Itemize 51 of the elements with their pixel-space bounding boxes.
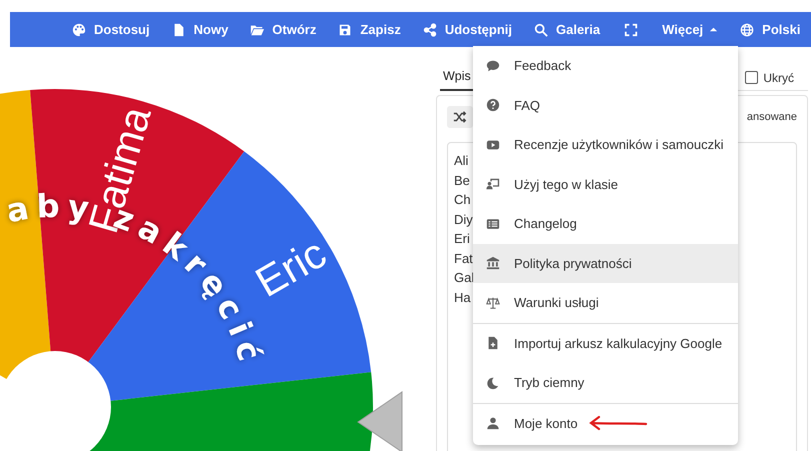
help-icon [486, 98, 500, 112]
folder-icon [250, 22, 264, 36]
entry-text: Ali [454, 152, 468, 170]
menu-item[interactable]: Warunki usługi [473, 283, 738, 324]
file-plus-icon [486, 336, 500, 350]
globe-icon [740, 22, 754, 36]
menu-item[interactable]: Polityka prywatności [473, 244, 738, 283]
entry-text: Ch [454, 191, 471, 209]
shuffle-button[interactable] [447, 106, 473, 128]
menu-item[interactable]: Changelog [473, 204, 738, 244]
menu-item[interactable]: FAQ [473, 86, 738, 125]
share-icon [422, 22, 437, 36]
entry-text: Be [454, 172, 470, 190]
shuffle-icon [453, 110, 467, 124]
video-icon [486, 138, 500, 152]
checkbox[interactable] [745, 71, 758, 84]
entry-text: Fat [454, 250, 473, 268]
caret-icon [709, 25, 718, 34]
toolbar-button[interactable]: Udostępnij [412, 14, 522, 44]
checkbox-label: Ukryć [763, 70, 794, 84]
palette-icon [72, 22, 86, 36]
entry-text: Diy [454, 210, 473, 229]
menu-item[interactable]: Importuj arkusz kalkulacyjny Google [473, 324, 738, 363]
bank-icon [486, 256, 500, 270]
entry-text: Ha [454, 288, 471, 306]
advanced-label[interactable]: ansowane [746, 111, 797, 123]
person-icon [486, 416, 500, 430]
fullscreen-icon [624, 22, 638, 36]
chat-bubble-icon [486, 58, 500, 73]
menu-item[interactable]: Tryb ciemny [473, 363, 738, 404]
toolbar-button[interactable]: Więcej [652, 14, 728, 44]
menu-item[interactable]: Recenzje użytkowników i samouczki [473, 125, 738, 164]
entry-text: Eri [454, 230, 470, 248]
menu-item[interactable]: Moje konto [473, 404, 738, 443]
save-icon [338, 22, 352, 36]
toolbar-button[interactable]: Dostosuj [62, 14, 160, 44]
menu-item[interactable]: Użyj tego w klasie [473, 164, 738, 204]
toolbar-button[interactable]: Polski [730, 14, 810, 44]
file-icon [172, 22, 186, 36]
menu-item[interactable]: Feedback [473, 46, 738, 86]
arrow-annotation [588, 415, 648, 432]
moon-icon [486, 376, 500, 390]
pointer-triangle [357, 391, 402, 451]
toolbar-button[interactable]: Galeria [524, 14, 610, 44]
search-icon [534, 22, 548, 36]
toolbar-button[interactable]: Nowy [162, 14, 238, 44]
toolbar-button[interactable]: Zapisz [328, 14, 411, 44]
toolbar-button[interactable]: Otwórz [240, 14, 326, 44]
classroom-icon [486, 177, 500, 192]
scales-icon [486, 296, 500, 310]
list-icon [486, 216, 500, 231]
